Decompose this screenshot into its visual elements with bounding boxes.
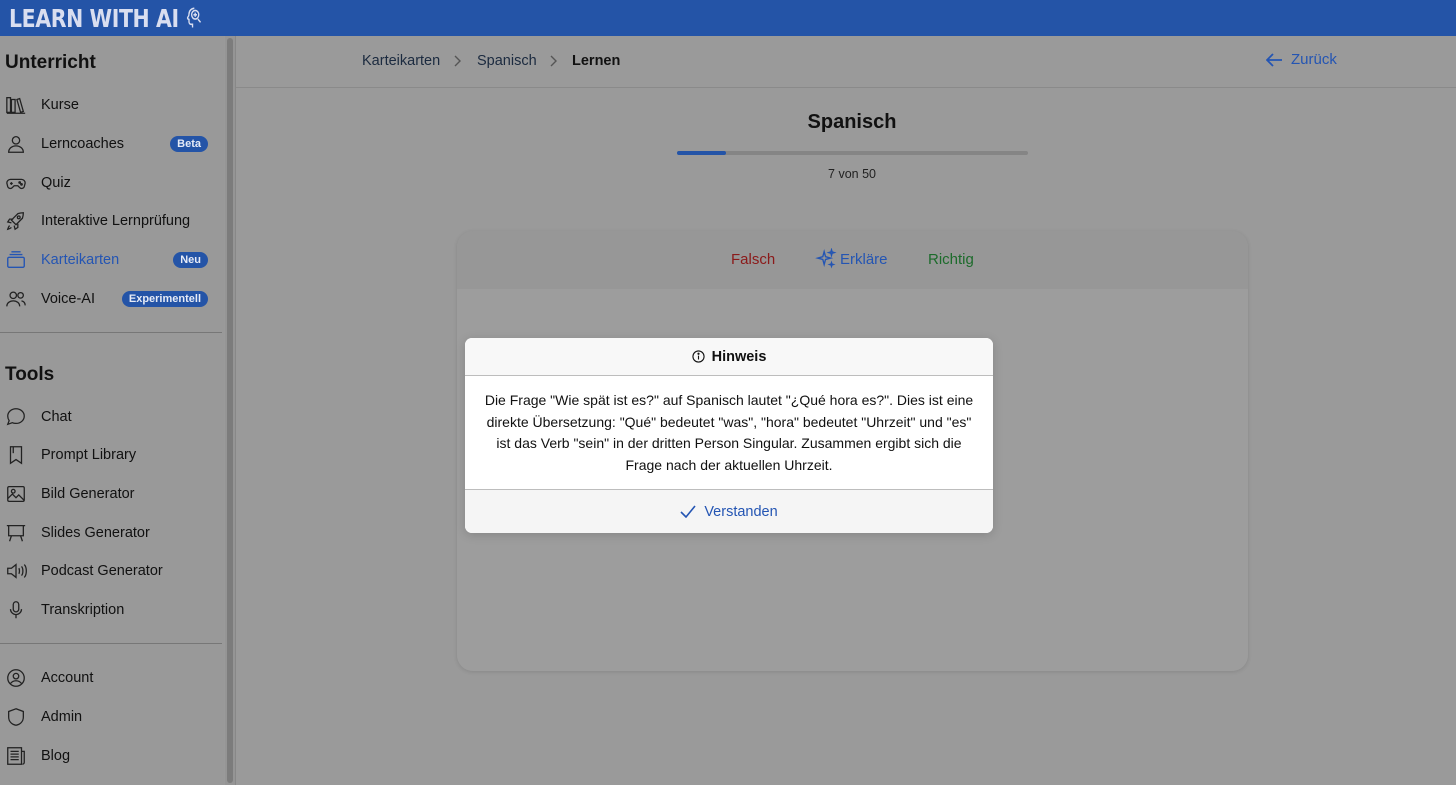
shield-icon xyxy=(5,706,27,728)
sidebar-item-bild-generator[interactable]: Bild Generator xyxy=(0,477,224,511)
sidebar-item-label: Kurse xyxy=(41,97,79,113)
cards-icon xyxy=(5,249,27,271)
account-icon xyxy=(5,667,27,689)
sidebar-item-label: Podcast Generator xyxy=(41,563,163,579)
falsch-button[interactable]: Falsch xyxy=(731,251,775,268)
users-icon xyxy=(5,288,27,310)
chat-icon xyxy=(5,406,27,428)
sidebar-item-label: Admin xyxy=(41,709,83,725)
sidebar-divider xyxy=(0,332,222,333)
info-icon xyxy=(691,350,705,363)
flashcard-actions: Falsch Erkläre Richtig xyxy=(457,231,1248,289)
breadcrumb-lernen: Lernen xyxy=(572,53,621,69)
page-header: Karteikarten Spanisch Lernen Zurück xyxy=(236,36,1456,88)
sidebar-item-label: Transkription xyxy=(41,602,125,618)
sidebar-item-karteikarten[interactable]: Karteikarten Neu xyxy=(0,243,224,277)
sidebar-item-prompt-library[interactable]: Prompt Library xyxy=(0,438,224,472)
dialog-title: Hinweis xyxy=(711,348,767,365)
breadcrumb-karteikarten[interactable]: Karteikarten xyxy=(362,53,440,69)
presentation-icon xyxy=(5,522,27,544)
sidebar-item-account[interactable]: Account xyxy=(0,661,224,695)
sparkles-icon xyxy=(815,248,837,269)
sidebar-item-voice-ai[interactable]: Voice-AI Experimentell xyxy=(0,282,224,316)
sidebar: Unterricht Kurse Lerncoaches Beta Quiz I… xyxy=(0,36,224,785)
microphone-icon xyxy=(5,599,27,621)
sidebar-item-label: Lerncoaches xyxy=(41,136,125,152)
progress-fill xyxy=(677,151,727,155)
sidebar-item-label: Blog xyxy=(41,748,71,764)
verstanden-label: Verstanden xyxy=(704,503,778,520)
section-title-tools: Tools xyxy=(5,364,55,385)
dialog-body: Die Frage "Wie spät ist es?" auf Spanisc… xyxy=(465,376,993,490)
experimentell-badge: Experimentell xyxy=(121,291,208,307)
sidebar-item-interaktive-lernpruefung[interactable]: Interaktive Lernprüfung xyxy=(0,204,224,238)
top-bar: LEARN WITH AI xyxy=(0,0,1456,36)
hinweis-dialog: Hinweis Die Frage "Wie spät ist es?" auf… xyxy=(465,338,993,533)
sidebar-item-label: Chat xyxy=(41,409,72,425)
sidebar-item-label: Karteikarten xyxy=(41,252,120,268)
dialog-header: Hinweis xyxy=(465,338,993,376)
brain-icon xyxy=(186,7,201,28)
breadcrumb-spanisch[interactable]: Spanisch xyxy=(477,53,537,69)
sidebar-item-label: Voice-AI xyxy=(41,291,95,307)
sidebar-item-chat[interactable]: Chat xyxy=(0,400,224,434)
scrollbar-thumb[interactable] xyxy=(227,38,233,783)
beta-badge: Beta xyxy=(170,136,208,152)
progress-bar xyxy=(677,151,1028,155)
speaker-icon xyxy=(5,560,27,582)
sidebar-item-label: Quiz xyxy=(41,175,71,191)
image-icon xyxy=(5,483,27,505)
neu-badge: Neu xyxy=(173,252,208,268)
sidebar-item-label: Slides Generator xyxy=(41,525,150,541)
sidebar-item-label: Prompt Library xyxy=(41,447,137,463)
richtig-button[interactable]: Richtig xyxy=(928,251,974,268)
sidebar-item-slides-generator[interactable]: Slides Generator xyxy=(0,516,224,550)
back-label: Zurück xyxy=(1291,51,1337,68)
sidebar-item-label: Interaktive Lernprüfung xyxy=(41,213,191,229)
back-button[interactable]: Zurück xyxy=(1266,51,1337,68)
newspaper-icon xyxy=(5,745,27,767)
sidebar-item-kurse[interactable]: Kurse xyxy=(0,88,224,122)
erklaere-button[interactable]: Erkläre xyxy=(815,248,888,270)
sidebar-item-lerncoaches[interactable]: Lerncoaches Beta xyxy=(0,127,224,161)
sidebar-item-label: Account xyxy=(41,670,94,686)
sidebar-item-blog[interactable]: Blog xyxy=(0,739,224,773)
sidebar-item-transkription[interactable]: Transkription xyxy=(0,593,224,627)
rocket-icon xyxy=(5,210,27,232)
sidebar-item-label: Bild Generator xyxy=(41,486,135,502)
section-title-unterricht: Unterricht xyxy=(5,52,96,73)
sidebar-divider xyxy=(0,643,222,644)
deck-title: Spanisch xyxy=(807,111,897,133)
sidebar-item-podcast-generator[interactable]: Podcast Generator xyxy=(0,554,224,588)
app-logo[interactable]: LEARN WITH AI xyxy=(9,4,205,33)
erklaere-label: Erkläre xyxy=(840,250,888,268)
check-icon xyxy=(680,505,696,518)
sidebar-item-admin[interactable]: Admin xyxy=(0,700,224,734)
logo-text: LEARN WITH AI xyxy=(9,3,179,33)
user-icon xyxy=(5,133,27,155)
progress-text: 7 von 50 xyxy=(828,167,876,181)
verstanden-button[interactable]: Verstanden xyxy=(465,489,993,533)
sidebar-item-quiz[interactable]: Quiz xyxy=(0,166,224,200)
sidebar-scrollbar[interactable] xyxy=(225,36,235,785)
chevron-right-icon xyxy=(454,55,461,67)
bookmark-icon xyxy=(5,444,27,466)
arrow-left-icon xyxy=(1266,52,1282,67)
chevron-right-icon xyxy=(550,55,557,67)
dialog-text: Die Frage "Wie spät ist es?" auf Spanisc… xyxy=(484,392,974,473)
books-icon xyxy=(5,94,27,116)
gamepad-icon xyxy=(5,172,27,194)
